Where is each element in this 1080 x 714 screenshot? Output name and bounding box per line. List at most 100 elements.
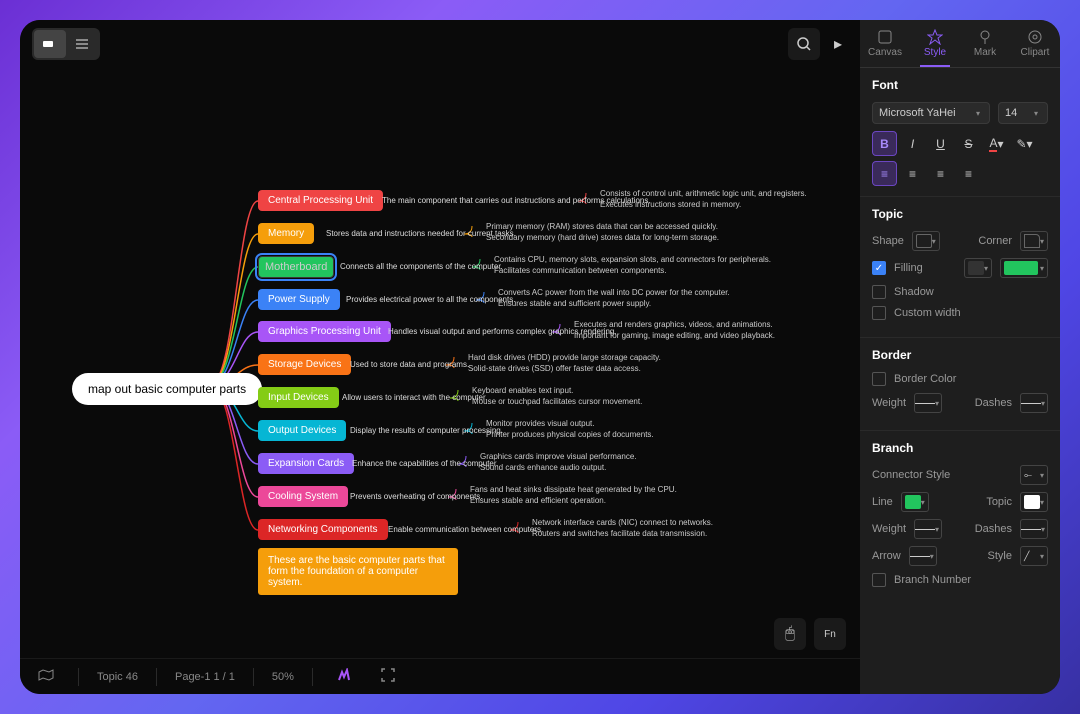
border-weight-label: Weight [872, 397, 906, 409]
branch-node[interactable]: Input Devices [258, 387, 339, 408]
align-center-button[interactable]: ≡ [900, 161, 925, 186]
branch-node[interactable]: Motherboard [258, 256, 334, 278]
branch-number-label: Branch Number [894, 574, 971, 586]
branch-weight-select[interactable]: ▾ [914, 519, 942, 539]
connector-select[interactable]: ⟜▾ [1020, 465, 1048, 485]
branch-node[interactable]: Expansion Cards [258, 453, 354, 474]
mouse-mode-button[interactable]: 🖱 [774, 618, 806, 650]
sub-note: Important for gaming, image editing, and… [574, 331, 775, 340]
map-overview-button[interactable] [32, 665, 60, 688]
toggle-panel-button[interactable]: ▸ [828, 34, 848, 54]
corner-label: Corner [978, 235, 1012, 247]
align-left-button[interactable]: ≡ [872, 161, 897, 186]
filling-label: Filling [894, 262, 923, 274]
custom-width-checkbox[interactable] [872, 306, 886, 320]
align-justify-button[interactable]: ≡ [956, 161, 981, 186]
shape-label: Shape [872, 235, 904, 247]
shadow-checkbox[interactable] [872, 285, 886, 299]
main-area: ▸ map out basic computer parts Central P… [20, 20, 860, 694]
sub-note: Ensures stable and sufficient power supp… [498, 299, 651, 308]
sub-note: Graphics cards improve visual performanc… [480, 452, 637, 461]
app-frame: ▸ map out basic computer parts Central P… [20, 20, 1060, 694]
fullscreen-button[interactable] [375, 664, 401, 689]
branch-line-color[interactable]: ▾ [901, 492, 929, 512]
bold-button[interactable]: B [872, 131, 897, 156]
branch-node[interactable]: Networking Components [258, 519, 388, 540]
sub-note: Sound cards enhance audio output. [480, 463, 606, 472]
branch-arrow-label: Arrow [872, 550, 901, 562]
search-button[interactable] [788, 28, 820, 60]
topic-section: Topic Shape ▾ Corner ▾ Filling ▾ ▾ Shado… [860, 197, 1060, 338]
shadow-label: Shadow [894, 286, 934, 298]
view-card-button[interactable] [34, 30, 66, 58]
fill-color[interactable]: ▾ [1000, 258, 1048, 278]
sub-note: Contains CPU, memory slots, expansion sl… [494, 255, 771, 264]
view-mode-toggle[interactable] [32, 28, 100, 60]
underline-button[interactable]: U [928, 131, 953, 156]
branch-node[interactable]: Storage Devices [258, 354, 351, 375]
font-family-select[interactable]: Microsoft YaHei▾ [872, 102, 990, 124]
branch-line-label: Line [872, 496, 893, 508]
fill-bg-color[interactable]: ▾ [964, 258, 992, 278]
italic-button[interactable]: I [900, 131, 925, 156]
shape-select[interactable]: ▾ [912, 231, 940, 251]
branch-node[interactable]: Central Processing Unit [258, 190, 383, 211]
page-indicator: Page-1 1 / 1 [175, 671, 235, 683]
topic-title: Topic [872, 207, 1048, 221]
sub-note: Monitor provides visual output. [486, 419, 595, 428]
border-color-checkbox[interactable] [872, 372, 886, 386]
branch-node[interactable]: Graphics Processing Unit [258, 321, 391, 342]
filling-checkbox[interactable] [872, 261, 886, 275]
sub-note: Secondary memory (hard drive) stores dat… [486, 233, 719, 242]
top-toolbar: ▸ [20, 20, 860, 68]
panel-tabs: CanvasStyleMarkClipart [860, 20, 1060, 68]
branch-description: Allow users to interact with the compute… [342, 393, 487, 402]
border-title: Border [872, 348, 1048, 362]
root-node[interactable]: map out basic computer parts [72, 373, 262, 405]
fn-button[interactable]: Fn [814, 618, 846, 650]
branch-node[interactable]: Cooling System [258, 486, 348, 507]
branch-topic-color[interactable]: ▾ [1020, 492, 1048, 512]
tab-canvas[interactable]: Canvas [860, 20, 910, 67]
border-section: Border Border Color Weight ▾ Dashes ▾ [860, 338, 1060, 431]
status-bar: Topic 46 Page-1 1 / 1 50% [20, 658, 860, 694]
branch-number-checkbox[interactable] [872, 573, 886, 587]
border-dashes-label: Dashes [975, 397, 1012, 409]
highlight-button[interactable]: ✎▾ [1012, 131, 1037, 156]
zoom-level[interactable]: 50% [272, 671, 294, 683]
sub-note: Network interface cards (NIC) connect to… [532, 518, 713, 527]
branch-title: Branch [872, 441, 1048, 455]
strike-button[interactable]: S [956, 131, 981, 156]
sub-note: Routers and switches facilitate data tra… [532, 529, 707, 538]
sub-note: Consists of control unit, arithmetic log… [600, 189, 807, 198]
branch-style-select[interactable]: ╱▾ [1020, 546, 1048, 566]
branch-style-label: Style [988, 550, 1012, 562]
mindmap-canvas[interactable]: map out basic computer parts Central Pro… [20, 68, 860, 658]
custom-width-label: Custom width [894, 307, 961, 319]
summary-node[interactable]: These are the basic computer parts that … [258, 548, 458, 595]
theme-button[interactable] [331, 664, 357, 689]
border-dashes-select[interactable]: ▾ [1020, 393, 1048, 413]
branch-node[interactable]: Output Devices [258, 420, 346, 441]
sub-note: Fans and heat sinks dissipate heat gener… [470, 485, 677, 494]
branch-description: Used to store data and programs. [350, 360, 469, 369]
align-right-button[interactable]: ≡ [928, 161, 953, 186]
font-size-select[interactable]: 14▾ [998, 102, 1048, 124]
font-section: Font Microsoft YaHei▾ 14▾ B I U S A▾ ✎▾ … [860, 68, 1060, 197]
font-color-button[interactable]: A▾ [984, 131, 1009, 156]
branch-description: Enable communication between computers. [388, 525, 543, 534]
branch-description: Provides electrical power to all the com… [346, 295, 515, 304]
branch-dashes-select[interactable]: ▾ [1020, 519, 1048, 539]
tab-mark[interactable]: Mark [960, 20, 1010, 67]
branch-arrow-select[interactable]: ▾ [909, 546, 937, 566]
tab-clipart[interactable]: Clipart [1010, 20, 1060, 67]
border-color-label: Border Color [894, 373, 956, 385]
branch-node[interactable]: Power Supply [258, 289, 340, 310]
border-weight-select[interactable]: ▾ [914, 393, 942, 413]
branch-description: Prevents overheating of components. [350, 492, 483, 501]
tab-style[interactable]: Style [910, 20, 960, 67]
branch-node[interactable]: Memory [258, 223, 314, 244]
view-list-button[interactable] [66, 30, 98, 58]
sub-note: Mouse or touchpad facilitates cursor mov… [472, 397, 642, 406]
corner-select[interactable]: ▾ [1020, 231, 1048, 251]
